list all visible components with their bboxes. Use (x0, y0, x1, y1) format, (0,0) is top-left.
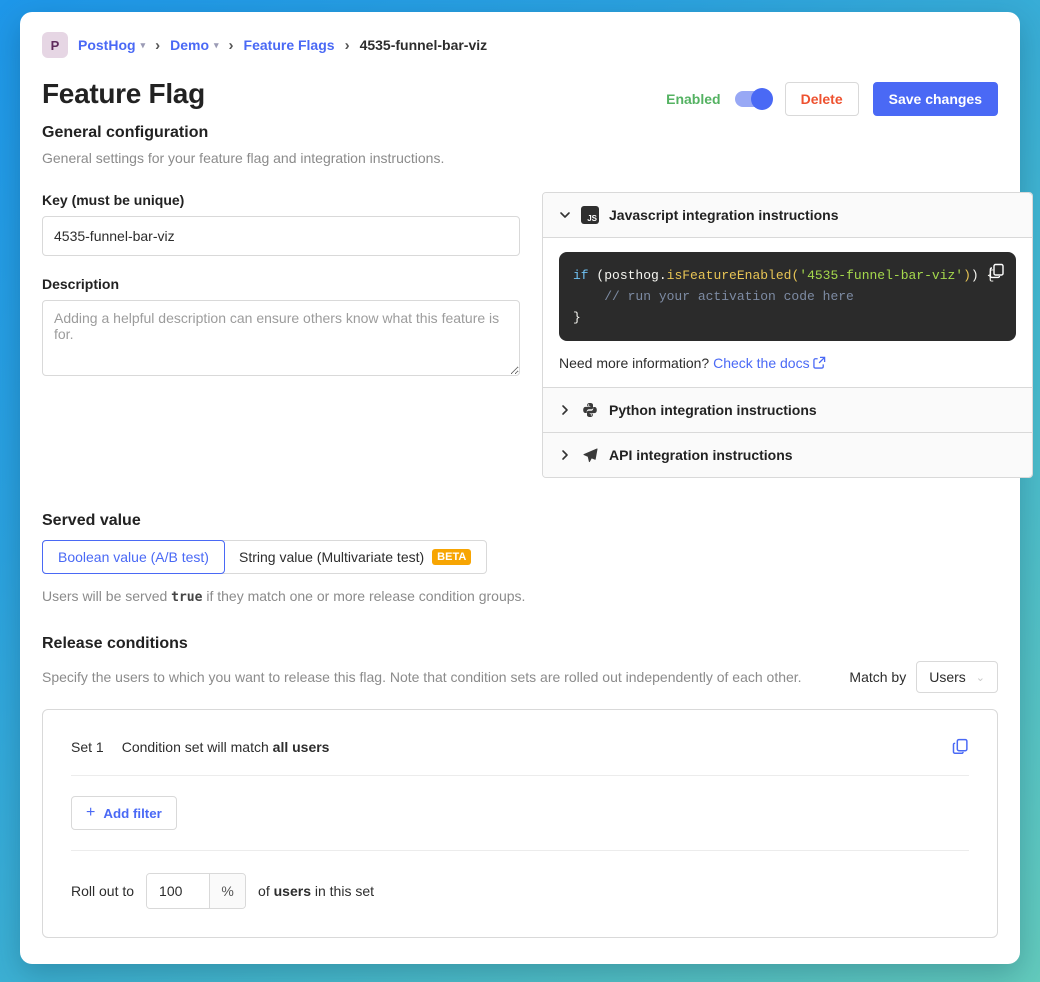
python-panel-header[interactable]: Python integration instructions (543, 387, 1032, 432)
release-conditions-section: Release conditions Specify the users to … (42, 635, 998, 938)
main-card: P PostHog ▾ › Demo ▾ › Feature Flags › 4… (20, 12, 1020, 964)
general-configuration-subtitle: General settings for your feature flag a… (42, 150, 998, 166)
org-avatar[interactable]: P (42, 32, 68, 58)
breadcrumb: P PostHog ▾ › Demo ▾ › Feature Flags › 4… (42, 32, 998, 58)
breadcrumb-label: Feature Flags (244, 37, 335, 53)
string-option-label: String value (Multivariate test) (239, 549, 424, 565)
delete-button[interactable]: Delete (785, 82, 859, 116)
javascript-icon: JS (581, 206, 599, 224)
breadcrumb-label: 4535-funnel-bar-viz (360, 37, 488, 53)
code-block: if (posthog.isFeatureEnabled('4535-funne… (559, 252, 1016, 341)
copy-icon[interactable] (989, 263, 1005, 279)
key-input[interactable] (42, 216, 520, 256)
rollout-row: Roll out to % of users in this set (71, 873, 969, 909)
divider (71, 775, 969, 776)
javascript-panel-title: Javascript integration instructions (609, 207, 839, 223)
save-changes-button[interactable]: Save changes (873, 82, 998, 116)
breadcrumb-label: Demo (170, 37, 209, 53)
chevron-down-icon (559, 209, 571, 221)
chevron-down-icon: ▾ (141, 40, 146, 51)
breadcrumb-item-feature-flags[interactable]: Feature Flags (244, 37, 335, 53)
chevron-down-icon: ⌄ (976, 671, 985, 684)
add-filter-label: Add filter (103, 806, 162, 821)
plus-icon: + (86, 805, 95, 821)
served-value-note: Users will be served true if they match … (42, 588, 998, 605)
match-by-label: Match by (849, 669, 906, 685)
breadcrumb-item-posthog[interactable]: PostHog ▾ (78, 37, 145, 53)
percent-sign: % (209, 874, 245, 908)
api-panel-header[interactable]: API integration instructions (543, 432, 1032, 477)
served-value-segmented-control: Boolean value (A/B test) String value (M… (42, 540, 487, 574)
match-prefix: Condition set will match (122, 739, 273, 755)
integration-panels: JS Javascript integration instructions i… (542, 192, 1033, 478)
chevron-right-icon (559, 449, 571, 461)
match-by-control: Match by Users ⌄ (849, 661, 998, 693)
code-content: if (posthog.isFeatureEnabled('4535-funne… (573, 268, 1002, 325)
served-value-heading: Served value (42, 512, 998, 530)
chevron-right-icon (559, 404, 571, 416)
rollout-prefix: Roll out to (71, 883, 134, 899)
boolean-option-label: Boolean value (A/B test) (58, 549, 209, 565)
enabled-toggle[interactable] (735, 91, 771, 107)
condition-set-card: Set 1 Condition set will match all users… (42, 709, 998, 938)
description-textarea[interactable] (42, 300, 520, 376)
python-icon (581, 401, 599, 419)
rollout-suffix: in this set (311, 883, 374, 899)
external-link-icon (813, 356, 826, 369)
rollout-suffix-text: of users in this set (258, 883, 374, 899)
api-icon (581, 446, 599, 464)
integration-column: JS Javascript integration instructions i… (542, 192, 1033, 478)
breadcrumb-item-demo[interactable]: Demo ▾ (170, 37, 218, 53)
docs-prompt: Need more information? (559, 355, 713, 371)
breadcrumb-label: PostHog (78, 37, 136, 53)
set-number-label: Set 1 (71, 739, 104, 755)
match-by-select[interactable]: Users ⌄ (916, 661, 998, 693)
page-title: Feature Flag (42, 78, 205, 110)
api-panel-title: API integration instructions (609, 447, 793, 463)
docs-link[interactable]: Check the docs (713, 355, 810, 371)
docs-line: Need more information? Check the docs (559, 355, 1016, 371)
breadcrumb-separator-icon: › (155, 37, 160, 54)
note-code: true (171, 590, 202, 605)
javascript-panel-header[interactable]: JS Javascript integration instructions (543, 193, 1032, 237)
note-prefix: Users will be served (42, 588, 171, 604)
rollout-group: users (274, 883, 311, 899)
served-value-section: Served value Boolean value (A/B test) St… (42, 512, 998, 605)
key-label: Key (must be unique) (42, 192, 520, 208)
javascript-panel-body: if (posthog.isFeatureEnabled('4535-funne… (543, 237, 1032, 387)
rollout-percentage-input[interactable] (147, 874, 209, 908)
match-bold: all users (273, 739, 330, 755)
release-conditions-subtitle: Specify the users to which you want to r… (42, 669, 802, 685)
page-header: Feature Flag Enabled Delete Save changes (42, 78, 998, 116)
beta-badge: BETA (432, 549, 471, 565)
flag-settings-column: Key (must be unique) Description (42, 192, 520, 399)
toggle-knob (751, 88, 773, 110)
enabled-label: Enabled (666, 91, 720, 107)
rollout-percentage-group: % (146, 873, 246, 909)
chevron-down-icon: ▾ (214, 40, 219, 51)
release-conditions-heading: Release conditions (42, 635, 998, 653)
note-suffix: if they match one or more release condit… (202, 588, 525, 604)
breadcrumb-item-current: 4535-funnel-bar-viz (360, 37, 488, 53)
python-panel-title: Python integration instructions (609, 402, 817, 418)
string-value-option[interactable]: String value (Multivariate test) BETA (224, 541, 486, 573)
duplicate-set-icon[interactable] (952, 738, 969, 755)
condition-set-header: Set 1 Condition set will match all users (71, 738, 969, 755)
add-filter-button[interactable]: + Add filter (71, 796, 177, 830)
match-by-value: Users (929, 669, 966, 685)
general-configuration-heading: General configuration (42, 124, 998, 142)
breadcrumb-separator-icon: › (229, 37, 234, 54)
breadcrumb-separator-icon: › (345, 37, 350, 54)
set-match-text: Condition set will match all users (122, 739, 934, 755)
boolean-value-option[interactable]: Boolean value (A/B test) (42, 540, 225, 574)
header-actions: Enabled Delete Save changes (666, 82, 998, 116)
divider (71, 850, 969, 851)
rollout-of: of (258, 883, 274, 899)
description-label: Description (42, 276, 520, 292)
